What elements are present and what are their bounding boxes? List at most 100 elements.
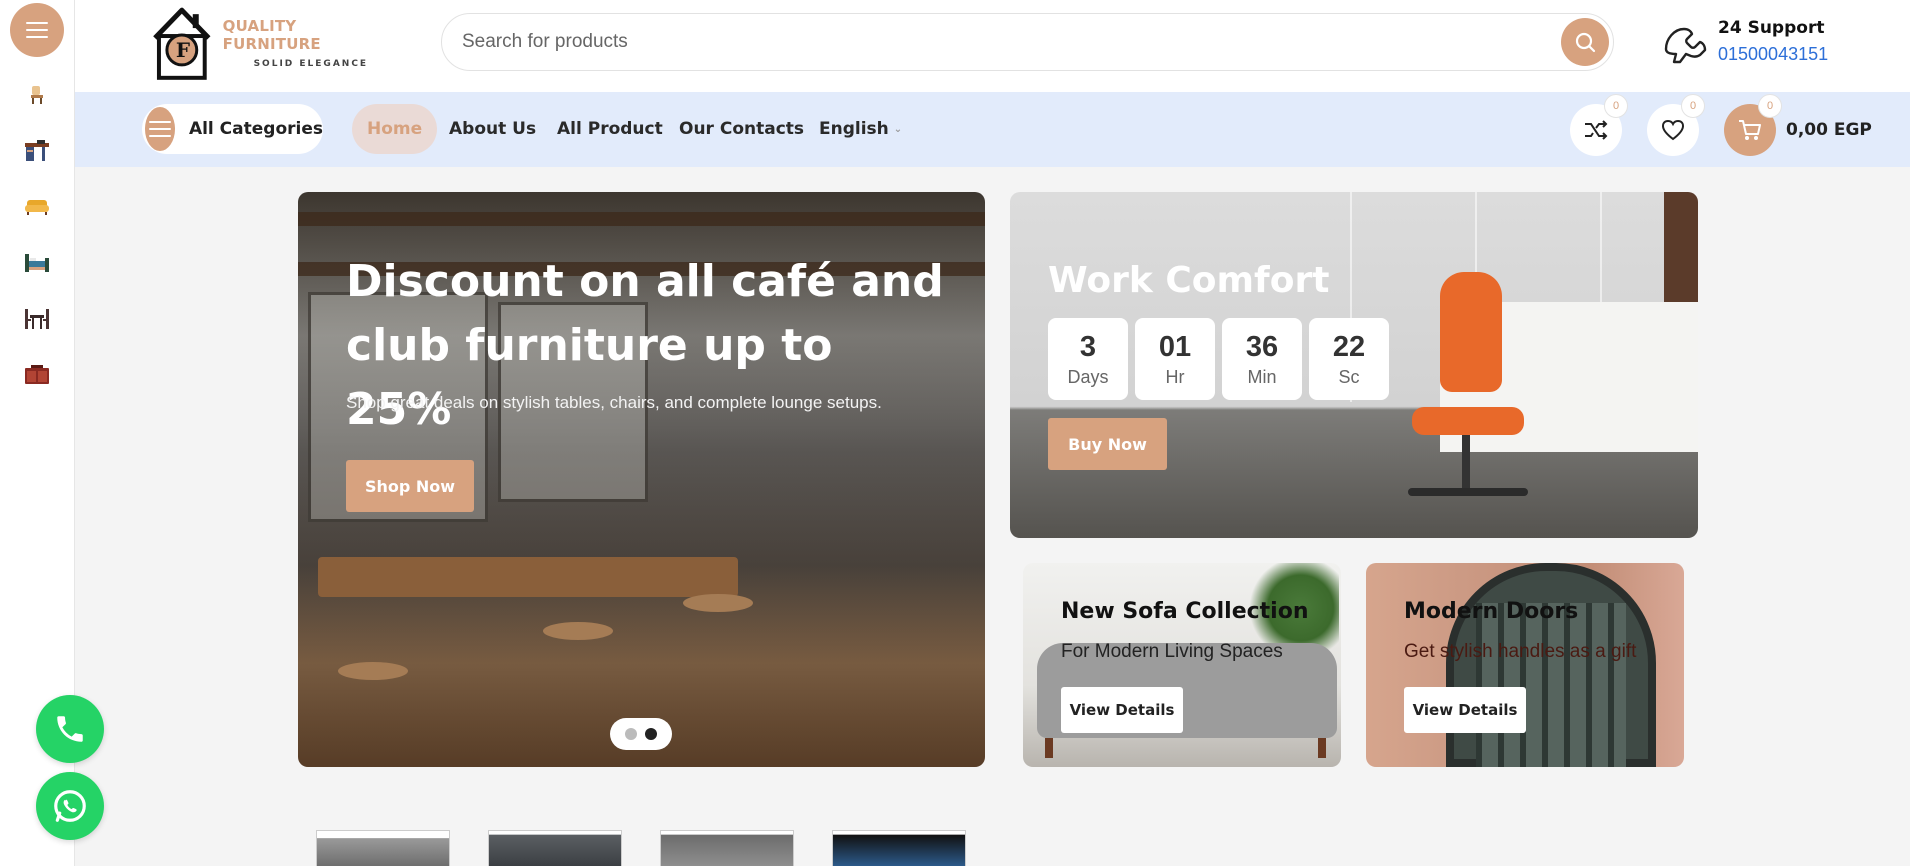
cart-total: 0,00 EGP	[1786, 120, 1872, 140]
office-chair-back	[1440, 272, 1502, 392]
product-thumbnail[interactable]	[832, 830, 966, 866]
compare-button[interactable]: 0	[1570, 94, 1628, 156]
bed-icon	[25, 254, 49, 272]
logo-title: QUALITY FURNITURE	[222, 17, 321, 53]
countdown-hours: 01 Hr	[1135, 318, 1215, 400]
dining-icon	[25, 309, 49, 329]
shuffle-compare-icon	[1585, 120, 1608, 140]
language-label: English	[819, 119, 889, 139]
rail-category-cabinet[interactable]	[23, 362, 51, 388]
doors-view-details-button[interactable]: View Details	[1404, 687, 1526, 733]
sofa-leg	[1045, 738, 1053, 758]
support-phone-link[interactable]: 01500043151	[1718, 44, 1828, 65]
phone-icon	[57, 716, 83, 742]
nav-our-contacts[interactable]: Our Contacts	[679, 104, 804, 154]
hero-stool	[338, 662, 408, 680]
product-thumbnail[interactable]	[488, 830, 622, 866]
whatsapp-icon	[54, 790, 86, 822]
countdown-unit: Min	[1247, 366, 1277, 387]
work-comfort-title: Work Comfort	[1048, 260, 1330, 301]
work-comfort-banner: Work Comfort 3 Days 01 Hr 36 Min 22 Sc B…	[1010, 192, 1698, 538]
all-categories-icon-wrap	[145, 107, 175, 151]
office-chair-seat	[1412, 407, 1524, 435]
cart-icon	[1739, 120, 1761, 140]
site-header: F QUALITY FURNITURE SOLID ELEGANCE 24 Su…	[75, 0, 1910, 92]
sofa-view-details-button[interactable]: View Details	[1061, 687, 1183, 733]
slider-dots	[610, 718, 672, 750]
sofa-card-title: New Sofa Collection	[1061, 599, 1309, 624]
rail-category-sofa[interactable]	[23, 194, 51, 220]
wishlist-button[interactable]: 0	[1647, 94, 1705, 156]
svg-text:F: F	[176, 38, 190, 62]
countdown-minutes: 36 Min	[1222, 318, 1302, 400]
doors-card-subtitle: Get stylish handles as a gift	[1404, 641, 1637, 662]
countdown-unit: Hr	[1165, 366, 1185, 387]
cart-count-badge: 0	[1758, 94, 1782, 118]
support-block: 24 Support 01500043151	[1660, 15, 1860, 71]
cart-button[interactable]: 0	[1724, 94, 1782, 156]
hero-description: Shop great deals on stylish tables, chai…	[346, 393, 882, 412]
sofa-card-subtitle: For Modern Living Spaces	[1061, 641, 1283, 662]
hero-stool	[543, 622, 613, 640]
countdown-unit: Sc	[1338, 366, 1360, 387]
search-button[interactable]	[1561, 18, 1609, 66]
rail-category-dining[interactable]	[23, 306, 51, 332]
heart-icon	[1661, 119, 1685, 141]
rail-menu-button[interactable]	[10, 3, 64, 57]
all-categories-button[interactable]: All Categories	[142, 104, 323, 154]
search-input[interactable]	[462, 22, 1522, 62]
countdown-value: 01	[1158, 330, 1192, 363]
nav-all-product[interactable]: All Product	[557, 104, 663, 154]
desk-icon	[25, 140, 49, 161]
countdown-value: 36	[1245, 330, 1279, 363]
hamburger-icon	[148, 121, 171, 137]
hero-beam	[298, 212, 985, 226]
slider-dot-active[interactable]	[645, 728, 657, 740]
modern-doors-card: Modern Doors Get stylish handles as a gi…	[1366, 563, 1684, 767]
compare-count-badge: 0	[1604, 94, 1628, 118]
headset-support-icon	[1664, 27, 1707, 64]
door-grille	[1476, 603, 1626, 767]
countdown-value: 22	[1332, 330, 1366, 363]
office-chair-base	[1462, 435, 1470, 495]
chair-icon	[31, 86, 43, 104]
logo-wordmark: QUALITY FURNITURE SOLID ELEGANCE	[223, 17, 399, 69]
shop-now-button[interactable]: Shop Now	[346, 460, 474, 512]
logo-house-icon: F	[153, 7, 211, 80]
phone-call-button[interactable]	[36, 695, 104, 763]
all-categories-label: All Categories	[188, 119, 323, 139]
sofa-icon	[25, 200, 49, 215]
hero-stool	[683, 594, 753, 612]
search-icon	[1575, 32, 1596, 53]
countdown-value: 3	[1079, 330, 1097, 363]
whatsapp-button[interactable]	[36, 772, 104, 840]
hero-slider: Discount on all café and club furniture …	[298, 192, 985, 767]
product-thumbnail[interactable]	[316, 830, 450, 866]
sofa-leg	[1318, 738, 1326, 758]
sofa-collection-card: New Sofa Collection For Modern Living Sp…	[1023, 563, 1341, 767]
doors-card-title: Modern Doors	[1404, 599, 1579, 624]
hamburger-icon	[26, 22, 48, 38]
support-title: 24 Support	[1718, 18, 1825, 38]
nav-about-us[interactable]: About Us	[449, 104, 536, 154]
rail-category-desk[interactable]	[23, 138, 51, 164]
rail-category-bed[interactable]	[23, 250, 51, 276]
office-chair-feet	[1408, 488, 1528, 496]
countdown-unit: Days	[1067, 366, 1109, 387]
product-thumbnail[interactable]	[660, 830, 794, 866]
main-navbar: All Categories Home About Us All Product…	[75, 92, 1910, 167]
language-select[interactable]: English ⌄	[819, 104, 902, 154]
wishlist-count-badge: 0	[1681, 94, 1705, 118]
logo-subtitle: SOLID ELEGANCE	[253, 59, 369, 69]
buy-now-button[interactable]: Buy Now	[1048, 418, 1167, 470]
cabinet-icon	[25, 365, 49, 384]
search-bar	[441, 13, 1614, 71]
chevron-down-icon: ⌄	[893, 123, 903, 135]
rail-category-chair[interactable]	[23, 82, 51, 108]
countdown-days: 3 Days	[1048, 318, 1128, 400]
countdown-seconds: 22 Sc	[1309, 318, 1389, 400]
nav-home[interactable]: Home	[352, 104, 438, 154]
hero-bar-table	[318, 557, 738, 597]
slider-dot[interactable]	[625, 728, 637, 740]
site-logo[interactable]: F QUALITY FURNITURE SOLID ELEGANCE	[149, 2, 399, 84]
